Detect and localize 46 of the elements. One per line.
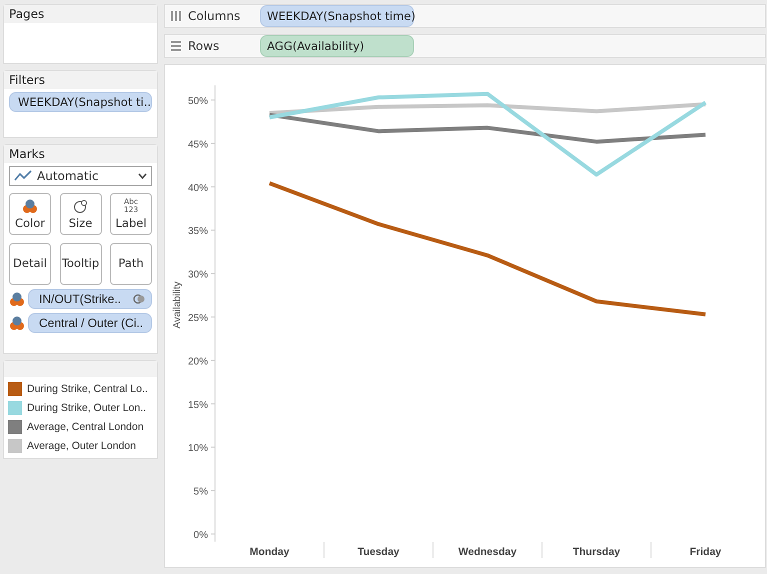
mark-card-button[interactable]: Detail [9,243,51,285]
tick-label: 45% [188,139,208,150]
mark-card-button[interactable]: Path [110,243,152,285]
tick-label: 40% [188,182,208,194]
measure-pill[interactable]: AGG(Availability) [260,35,414,57]
mark-card-button[interactable]: Size [60,193,102,235]
legend-label: During Strike, Outer Lon.. [27,402,146,414]
tick-label: 35% [188,226,208,238]
mark-type-dropdown[interactable]: Automatic [9,166,152,186]
field-pill[interactable]: IN/OUT(Strike.. [28,289,152,309]
color-icon [9,315,25,331]
color-icon [22,198,38,214]
legend-label: Average, Outer London [27,440,136,452]
tick-label: 10% [188,443,208,454]
category-label: Monday [250,546,290,558]
category-label: Tuesday [358,546,400,558]
caret-icon [138,173,147,179]
rows-icon [170,40,182,52]
tick-label: 50% [188,96,208,107]
dimension-pill[interactable]: WEEKDAY(Snapshot time) [260,5,414,27]
shelf-label: Columns [188,9,240,23]
panel-title: Marks [4,145,157,163]
tick-label: 30% [188,270,208,281]
field-pill[interactable]: Central / Outer (Ci.. [28,313,152,333]
axis-title: Availability [172,281,183,329]
columns-icon [170,10,182,22]
mark-card-button[interactable]: Tooltip [60,243,102,285]
tick-label: 20% [188,356,208,368]
tick-label: 15% [188,400,208,411]
legend-label: Average, Central London [27,421,144,433]
panel-title: Filters [4,71,157,89]
size-icon [72,198,88,214]
tick-label: 5% [194,486,208,498]
mark-card-button[interactable]: Color [9,193,51,235]
category-label: Thursday [572,546,620,558]
tick-label: 0% [194,530,208,541]
category-label: Wednesday [458,546,517,558]
panel-title: Pages [4,5,157,23]
category-label: Friday [690,546,722,558]
line-chart-icon [14,170,32,182]
shelf-label: Rows [188,39,220,53]
link-icon [133,293,145,305]
legend-label: During Strike, Central Lo.. [27,383,148,395]
filter-pill[interactable]: WEEKDAY(Snapshot ti.. [9,92,152,112]
tick-label: 25% [188,313,208,324]
color-icon [9,291,25,307]
